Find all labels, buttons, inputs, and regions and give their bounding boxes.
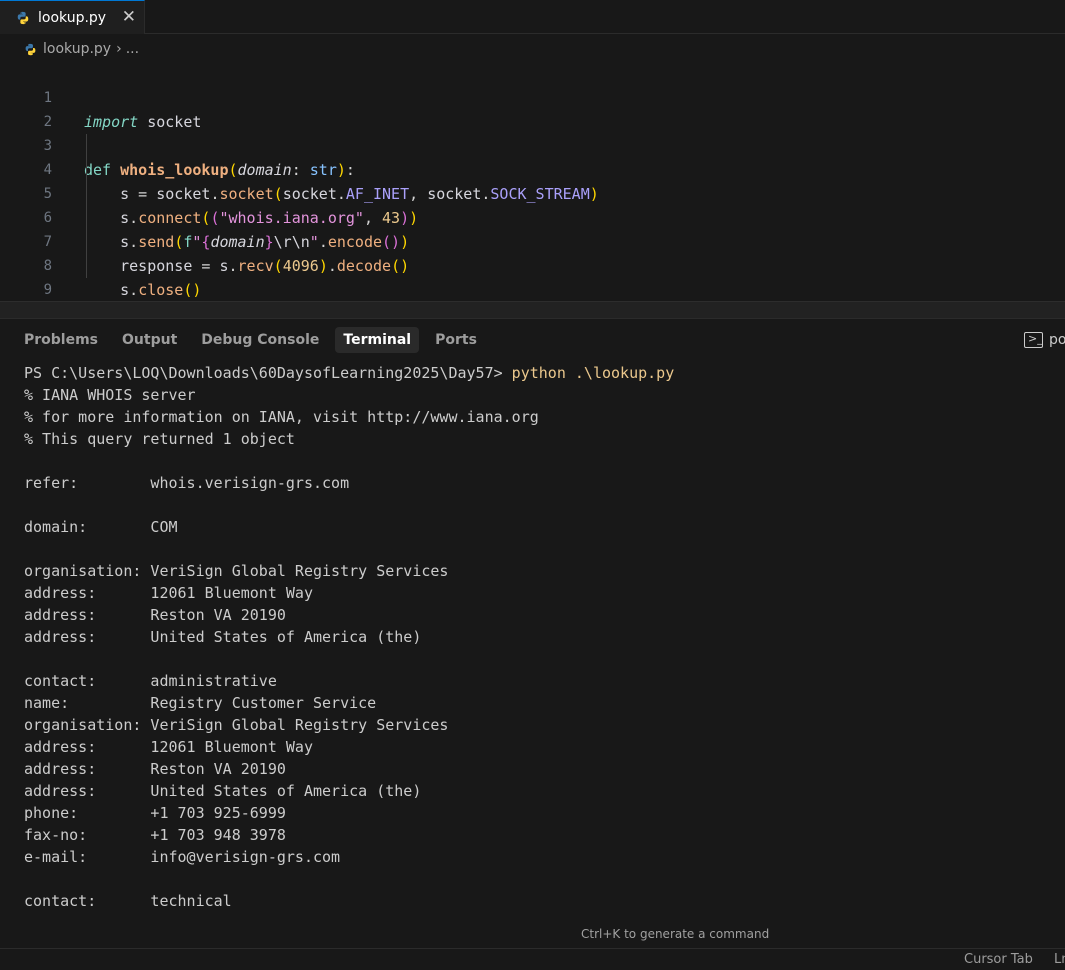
python-file-icon	[17, 11, 29, 24]
code-line: 2	[0, 86, 1065, 130]
code-line-current: 11 print(whois_lookup("google.com"))	[0, 301, 1065, 318]
terminal-line: address: Reston VA 20190	[24, 606, 286, 624]
tab-lookup-py[interactable]: lookup.py ✕	[0, 0, 145, 34]
generate-command-hint: Ctrl+K to generate a command	[581, 927, 770, 941]
terminal-icon: >_	[1024, 332, 1043, 348]
tab-debug-console[interactable]: Debug Console	[193, 327, 327, 353]
terminal-command: python .\lookup.py	[511, 364, 675, 382]
tab-filename: lookup.py	[38, 9, 107, 26]
tab-problems[interactable]: Problems	[16, 327, 106, 353]
terminal-prompt-line: PS C:\Users\LOQ\Downloads\60DaysofLearni…	[24, 362, 1064, 384]
code-line: 3 def whois_lookup(domain: str):	[0, 110, 1065, 179]
code-line: 5 s.connect(("whois.iana.org", 43))	[0, 158, 1065, 227]
python-file-icon	[25, 43, 36, 55]
terminal-line: % for more information on IANA, visit ht…	[24, 408, 539, 426]
terminal-line: address: 12061 Bluemont Way	[24, 584, 313, 602]
terminal-line: address: United States of America (the)	[24, 628, 422, 646]
status-line-col[interactable]: Ln	[1054, 952, 1065, 967]
terminal-line: address: 12061 Bluemont Way	[24, 738, 313, 756]
terminal-line: contact: administrative	[24, 672, 277, 690]
terminal-output[interactable]: PS C:\Users\LOQ\Downloads\60DaysofLearni…	[24, 362, 1064, 920]
terminal-line: name: Registry Customer Service	[24, 694, 377, 712]
breadcrumb: lookup.py › ...	[0, 36, 1065, 62]
terminal-line: domain: COM	[24, 518, 178, 536]
terminal-line: phone: +1 703 925-6999	[24, 804, 286, 822]
terminal-prompt: PS C:\Users\LOQ\Downloads\60DaysofLearni…	[24, 364, 512, 382]
terminal-line: fax-no: +1 703 948 3978	[24, 826, 286, 844]
terminal-line: contact: technical	[24, 892, 232, 910]
code-line: 10	[0, 278, 1065, 318]
code-editor[interactable]: 1 import socket 2 3 def whois_lookup(dom…	[0, 62, 1065, 318]
tab-terminal[interactable]: Terminal	[335, 327, 420, 353]
terminal-line: % IANA WHOIS server	[24, 386, 196, 404]
status-bar: Cursor Tab Ln	[0, 948, 1065, 970]
editor-tab-bar: lookup.py ✕	[0, 0, 1065, 34]
status-cursor-tab[interactable]: Cursor Tab	[964, 952, 1033, 967]
tab-ports[interactable]: Ports	[427, 327, 485, 353]
terminal-line: % This query returned 1 object	[24, 430, 295, 448]
close-tab-icon[interactable]: ✕	[122, 7, 136, 27]
code-line: 1 import socket	[0, 62, 1065, 131]
terminal-line: organisation: VeriSign Global Registry S…	[24, 716, 449, 734]
tab-output[interactable]: Output	[114, 327, 185, 353]
terminal-output-lines: % IANA WHOIS server % for more informatio…	[24, 384, 1064, 912]
code-line: 4 s = socket.socket(socket.AF_INET, sock…	[0, 134, 1065, 203]
code-line: 9 return response	[0, 254, 1065, 318]
terminal-profile-button[interactable]: >_ po	[1024, 332, 1065, 348]
indent-guide	[86, 134, 87, 278]
code-line: 6 s.send(f"{domain}\r\n".encode())	[0, 182, 1065, 251]
terminal-profile-label: po	[1049, 332, 1065, 348]
chevron-right-icon: ›	[116, 41, 122, 57]
breadcrumb-file[interactable]: lookup.py	[43, 41, 111, 57]
terminal-line: e-mail: info@verisign-grs.com	[24, 848, 341, 866]
terminal-line: refer: whois.verisign-grs.com	[24, 474, 350, 492]
code-line: 8 s.close()	[0, 230, 1065, 299]
code-line: 7 response = s.recv(4096).decode()	[0, 206, 1065, 275]
panel-tab-bar: Problems Output Debug Console Terminal P…	[0, 319, 1065, 361]
breadcrumb-more[interactable]: ...	[126, 41, 139, 57]
terminal-line: address: Reston VA 20190	[24, 760, 286, 778]
terminal-line: organisation: VeriSign Global Registry S…	[24, 562, 449, 580]
terminal-line: address: United States of America (the)	[24, 782, 422, 800]
